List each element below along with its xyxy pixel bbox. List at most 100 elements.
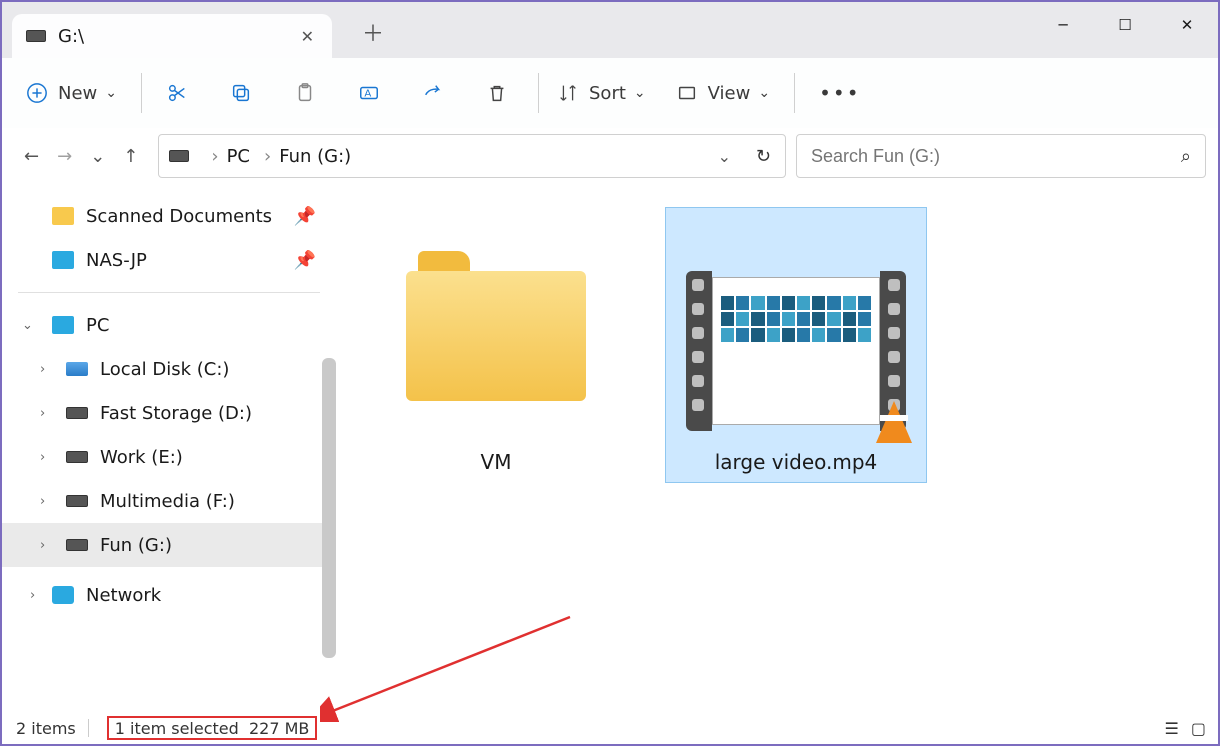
chevron-right-icon[interactable]: › (40, 494, 45, 509)
chevron-down-icon[interactable]: ⌄ (22, 318, 33, 333)
share-icon (422, 82, 444, 104)
delete-button[interactable] (468, 71, 526, 115)
plus-circle-icon (26, 82, 48, 104)
file-view: VM (336, 188, 1218, 714)
chevron-right-icon[interactable]: › (40, 538, 45, 553)
thumbnails-view-button[interactable]: ▢ (1191, 719, 1206, 738)
breadcrumb-current[interactable]: Fun (G:) (279, 146, 351, 167)
scissors-icon (166, 82, 188, 104)
sort-button[interactable]: Sort ⌄ (545, 71, 658, 115)
drive-icon (26, 30, 46, 42)
sidebar-item-pc[interactable]: ⌄ PC (2, 303, 336, 347)
sidebar-item-fun-g[interactable]: › Fun (G:) (2, 523, 336, 567)
status-selection: 1 item selected (115, 719, 239, 738)
status-item-count: 2 items (16, 719, 76, 738)
view-icon (676, 82, 698, 104)
sidebar-item-label: Fast Storage (D:) (100, 403, 252, 424)
rename-button[interactable]: A (340, 71, 398, 115)
sidebar-item-label: Local Disk (C:) (100, 359, 229, 380)
trash-icon (486, 82, 508, 104)
sidebar-item-local-disk-c[interactable]: › Local Disk (C:) (2, 347, 336, 391)
refresh-button[interactable]: ↻ (756, 146, 771, 167)
back-button[interactable]: ← (24, 146, 39, 167)
chevron-down-icon: ⌄ (758, 85, 770, 101)
folder-icon (406, 251, 586, 401)
address-history-button[interactable]: ⌄ (718, 147, 731, 166)
pc-icon (52, 316, 74, 334)
file-item-vm-folder[interactable]: VM (366, 208, 626, 482)
sidebar-item-label: Work (E:) (100, 447, 183, 468)
sidebar-item-nas-jp[interactable]: NAS-JP 📌 (2, 238, 336, 282)
chevron-down-icon: ⌄ (105, 85, 117, 101)
status-size: 227 MB (249, 719, 309, 738)
folder-icon (52, 207, 74, 225)
disk-icon (66, 539, 88, 551)
explorer-tab[interactable]: G:\ ✕ (12, 14, 332, 58)
more-button[interactable]: ••• (801, 71, 878, 115)
search-box[interactable]: ⌕ (796, 134, 1206, 178)
copy-icon (230, 82, 252, 104)
paste-button[interactable] (276, 71, 334, 115)
search-input[interactable] (811, 146, 1191, 167)
status-selection-highlight: 1 item selected 227 MB (107, 716, 318, 740)
close-button[interactable]: ✕ (1156, 2, 1218, 48)
address-bar[interactable]: › PC › Fun (G:) ⌄ ↻ (158, 134, 786, 178)
status-bar: 2 items 1 item selected 227 MB ☰ ▢ (4, 714, 1216, 742)
vlc-cone-icon (876, 401, 912, 443)
sidebar: Scanned Documents 📌 NAS-JP 📌 ⌄ PC › Loca… (2, 188, 336, 714)
sidebar-item-label: NAS-JP (86, 250, 147, 271)
share-button[interactable] (404, 71, 462, 115)
chevron-down-icon: ⌄ (634, 85, 646, 101)
pin-icon: 📌 (294, 206, 316, 227)
chevron-right-icon: › (211, 146, 218, 167)
pin-icon: 📌 (294, 250, 316, 271)
scrollbar-thumb[interactable] (322, 358, 336, 658)
up-button[interactable]: ↑ (123, 146, 138, 167)
sidebar-item-scanned-documents[interactable]: Scanned Documents 📌 (2, 194, 336, 238)
search-icon[interactable]: ⌕ (1181, 146, 1191, 167)
sidebar-item-work-e[interactable]: › Work (E:) (2, 435, 336, 479)
monitor-icon (52, 251, 74, 269)
titlebar: G:\ ✕ ＋ ─ ☐ ✕ (2, 2, 1218, 58)
maximize-button[interactable]: ☐ (1094, 2, 1156, 48)
clipboard-icon (294, 82, 316, 104)
network-icon (52, 586, 74, 604)
rename-icon: A (358, 82, 380, 104)
chevron-right-icon[interactable]: › (40, 406, 45, 421)
sidebar-item-label: Fun (G:) (100, 535, 172, 556)
details-view-button[interactable]: ☰ (1165, 719, 1179, 738)
add-tab-button[interactable]: ＋ (362, 16, 384, 48)
breadcrumb-pc[interactable]: PC (227, 146, 250, 167)
minimize-button[interactable]: ─ (1032, 2, 1094, 48)
chevron-right-icon: › (264, 146, 271, 167)
sidebar-item-fast-storage-d[interactable]: › Fast Storage (D:) (2, 391, 336, 435)
file-label: VM (481, 450, 512, 474)
disk-icon (66, 451, 88, 463)
tab-title: G:\ (58, 26, 84, 47)
chevron-right-icon[interactable]: › (40, 450, 45, 465)
video-thumbnail-icon (686, 271, 906, 431)
sidebar-item-multimedia-f[interactable]: › Multimedia (F:) (2, 479, 336, 523)
forward-button[interactable]: → (57, 146, 72, 167)
new-button[interactable]: New ⌄ (14, 71, 129, 115)
svg-text:A: A (364, 89, 371, 100)
tab-close-icon[interactable]: ✕ (301, 27, 314, 46)
disk-icon (66, 407, 88, 419)
toolbar: New ⌄ A Sort ⌄ View ⌄ ••• (2, 58, 1218, 128)
chevron-right-icon[interactable]: › (40, 362, 45, 377)
drive-icon (169, 150, 189, 162)
disk-icon (66, 495, 88, 507)
sort-icon (557, 82, 579, 104)
cut-button[interactable] (148, 71, 206, 115)
sidebar-item-label: Network (86, 585, 161, 606)
file-label: large video.mp4 (715, 450, 878, 474)
copy-button[interactable] (212, 71, 270, 115)
sidebar-item-network[interactable]: › Network (2, 573, 336, 617)
chevron-right-icon[interactable]: › (30, 588, 35, 603)
sidebar-item-label: Multimedia (F:) (100, 491, 235, 512)
history-button[interactable]: ⌄ (90, 146, 105, 167)
disk-icon (66, 362, 88, 376)
view-button[interactable]: View ⌄ (664, 71, 782, 115)
navigation-row: ← → ⌄ ↑ › PC › Fun (G:) ⌄ ↻ ⌕ (2, 128, 1218, 188)
file-item-large-video[interactable]: large video.mp4 (666, 208, 926, 482)
